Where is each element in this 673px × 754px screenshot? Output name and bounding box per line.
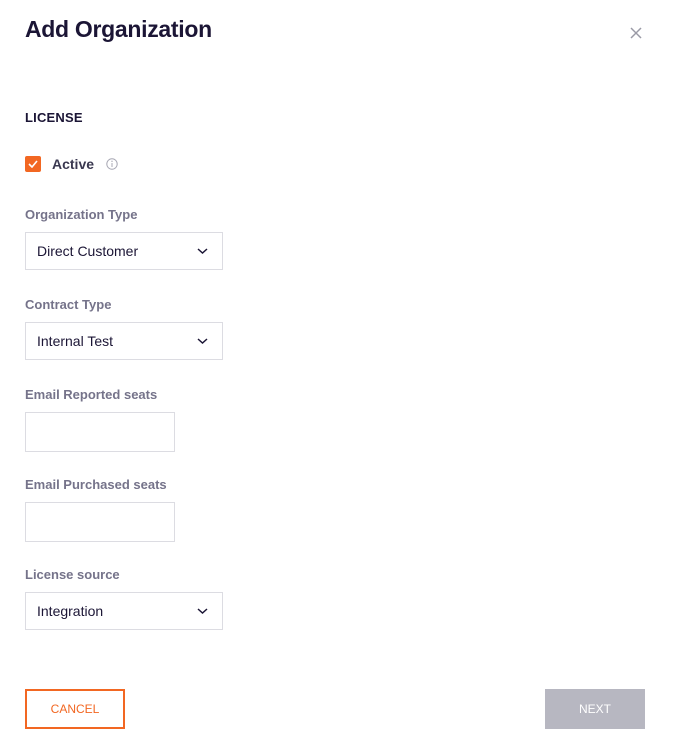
info-icon[interactable] bbox=[106, 158, 118, 170]
contract-type-label: Contract Type bbox=[25, 297, 112, 312]
chevron-down-icon bbox=[197, 338, 208, 345]
active-label: Active bbox=[52, 156, 95, 172]
organization-type-value: Direct Customer bbox=[37, 243, 139, 259]
close-icon[interactable] bbox=[629, 26, 643, 40]
contract-type-select[interactable]: Internal Test bbox=[25, 322, 223, 360]
license-source-select[interactable]: Integration bbox=[25, 592, 223, 630]
contract-type-value: Internal Test bbox=[37, 333, 114, 349]
active-checkbox-row: Active bbox=[25, 155, 118, 173]
chevron-down-icon bbox=[197, 248, 208, 255]
organization-type-select[interactable]: Direct Customer bbox=[25, 232, 223, 270]
chevron-down-icon bbox=[197, 608, 208, 615]
organization-type-label: Organization Type bbox=[25, 207, 138, 222]
email-purchased-seats-input[interactable] bbox=[25, 502, 175, 542]
license-source-label: License source bbox=[25, 567, 120, 582]
email-reported-seats-label: Email Reported seats bbox=[25, 387, 158, 402]
cancel-button[interactable]: CANCEL bbox=[25, 689, 125, 729]
email-reported-seats-input[interactable] bbox=[25, 412, 175, 452]
license-heading: LICENSE bbox=[25, 110, 83, 125]
dialog-title: Add Organization bbox=[25, 16, 212, 42]
next-button[interactable]: NEXT bbox=[545, 689, 645, 729]
email-purchased-seats-label: Email Purchased seats bbox=[25, 477, 167, 492]
checkmark-icon bbox=[28, 160, 38, 168]
active-checkbox[interactable] bbox=[25, 156, 41, 172]
license-source-value: Integration bbox=[37, 603, 104, 619]
